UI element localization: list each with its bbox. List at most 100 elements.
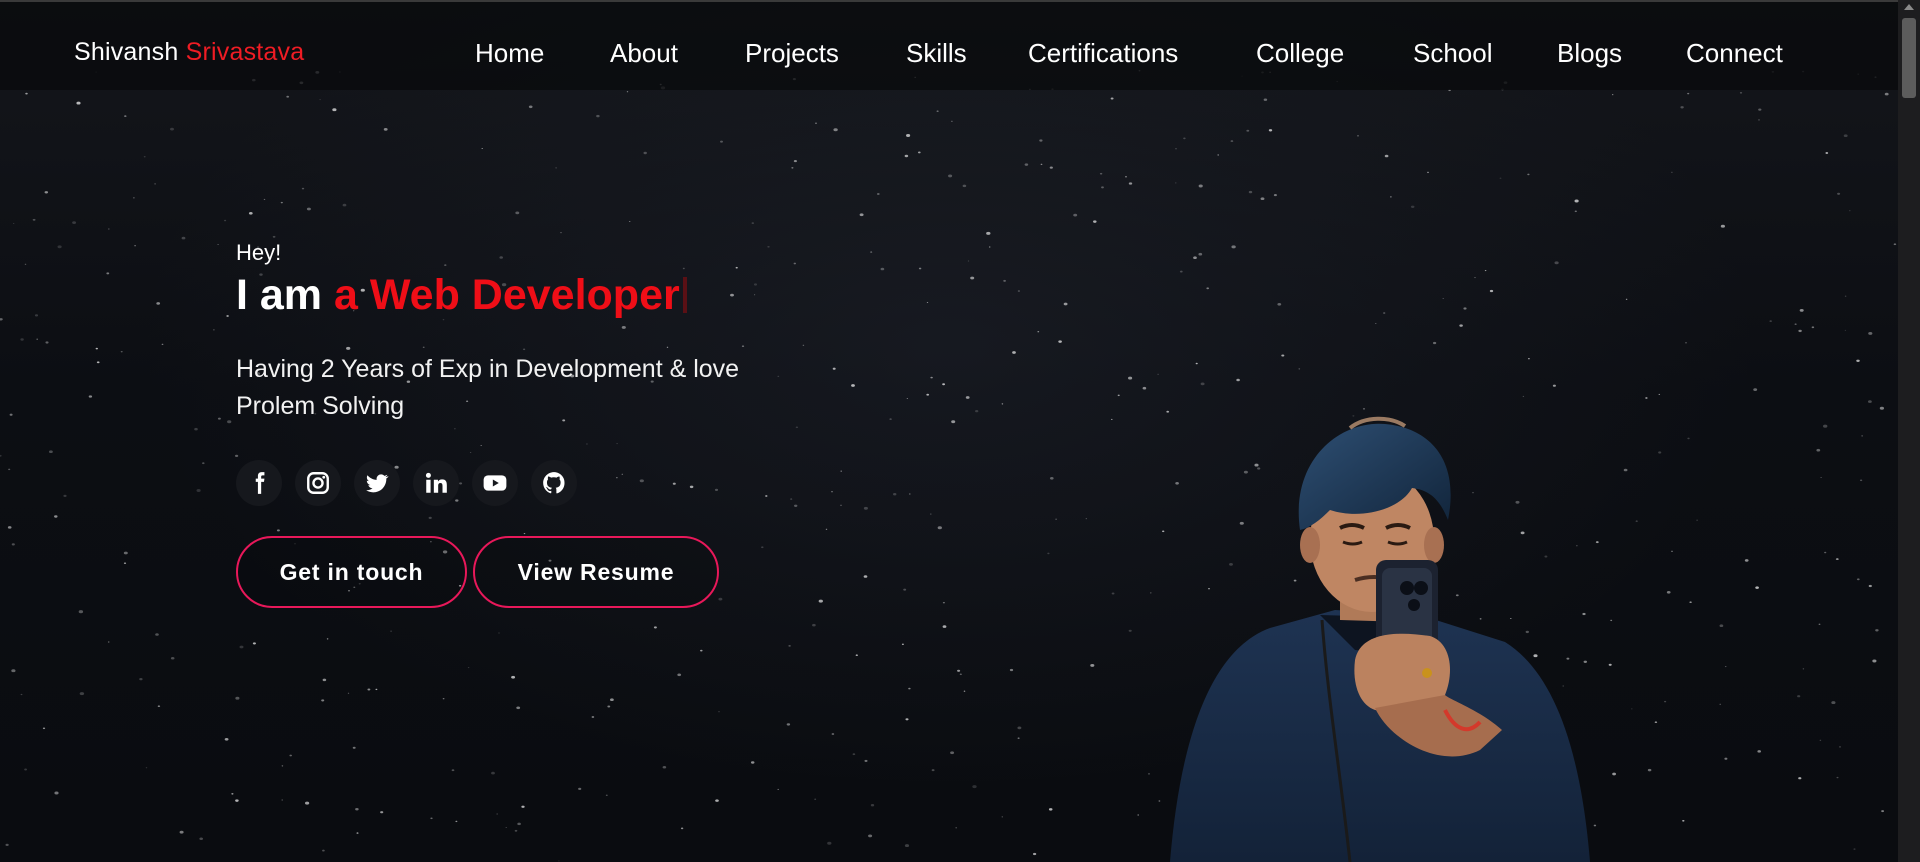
nav-skills[interactable]: Skills [906,38,967,69]
star [322,849,325,852]
star [1001,816,1004,818]
star [139,677,143,681]
star [1063,302,1068,306]
star [1037,331,1040,333]
star [855,654,858,656]
star [498,632,500,634]
star [179,830,184,834]
star [1758,119,1760,121]
star [1175,148,1177,150]
star [124,115,127,117]
nav-home[interactable]: Home [475,38,544,69]
star [1835,558,1839,561]
logo-first-name: Shivansh [74,38,179,66]
star [1049,477,1054,480]
star [252,642,256,645]
star [196,489,201,492]
scroll-up-icon[interactable] [1904,4,1914,10]
star [235,799,239,802]
star [5,843,9,847]
star [289,754,292,757]
star [133,197,135,199]
star [1861,435,1863,437]
star [1248,190,1253,194]
twitter-icon[interactable] [354,460,400,506]
star [1552,384,1556,387]
star [591,716,595,718]
star [870,804,875,807]
star [1489,289,1494,293]
view-resume-button[interactable]: View Resume [473,536,719,608]
youtube-icon[interactable] [472,460,518,506]
star [951,120,953,122]
star [937,526,942,530]
star [616,477,618,479]
star [1825,152,1829,154]
star [367,688,371,691]
star [1017,290,1021,292]
star [1758,108,1762,111]
star [514,829,518,832]
star [948,174,953,178]
star [202,462,205,465]
nav-connect[interactable]: Connect [1686,38,1783,69]
star [1856,578,1860,581]
star [1836,776,1839,779]
star [720,140,723,143]
star [662,765,667,769]
star [970,276,975,280]
nav-certifications[interactable]: Certifications [1028,38,1178,69]
star [831,491,833,493]
star [1849,210,1851,212]
star [1794,323,1797,325]
star [903,588,907,591]
star [1032,852,1037,856]
star [942,601,945,604]
nav-school[interactable]: School [1413,38,1493,69]
star [1625,298,1628,300]
star [986,231,991,235]
star [516,706,521,710]
star [1658,393,1661,395]
star [859,213,864,217]
star [1459,324,1463,327]
site-logo[interactable]: Shivansh Srivastava [74,38,304,67]
star [1357,135,1359,137]
star [1200,382,1205,386]
star [1499,177,1502,179]
star [1474,277,1476,279]
star [45,341,49,344]
get-in-touch-button[interactable]: Get in touch [236,536,467,608]
nav-blogs[interactable]: Blogs [1557,38,1622,69]
star [1687,92,1690,95]
page-scrollbar[interactable] [1898,0,1920,862]
star [1816,448,1821,452]
star [1003,279,1006,282]
star [555,167,557,169]
star [1872,659,1877,663]
nav-college[interactable]: College [1256,38,1344,69]
star [1574,199,1579,203]
star [1124,176,1128,178]
star [528,105,533,109]
star [1198,252,1203,256]
star [451,769,455,772]
facebook-icon[interactable] [236,460,282,506]
instagram-icon[interactable] [295,460,341,506]
scrollbar-thumb[interactable] [1902,18,1916,98]
star [1528,358,1530,360]
nav-projects[interactable]: Projects [745,38,839,69]
star [832,367,836,370]
star [1554,261,1559,265]
github-icon[interactable] [531,460,577,506]
star [1798,329,1802,333]
star [54,791,59,795]
star [1432,341,1437,345]
star [718,711,720,713]
star [347,692,350,694]
star [301,187,305,190]
linkedin-icon[interactable] [413,460,459,506]
nav-about[interactable]: About [610,38,678,69]
star [1719,624,1724,627]
star [120,351,123,353]
